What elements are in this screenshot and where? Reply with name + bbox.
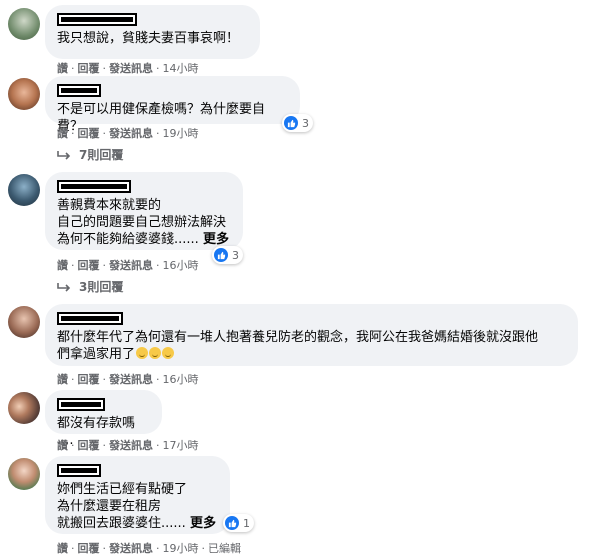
like-button[interactable]: 讚 xyxy=(57,259,68,272)
like-button[interactable]: 讚 xyxy=(57,373,68,386)
comment-text: 都什麼年代了為何還有一堆人抱著養兒防老的觀念，我阿公在我爸媽結婚後就沒跟他 們拿… xyxy=(57,330,539,362)
reply-button[interactable]: 回覆 xyxy=(78,127,100,140)
reaction-count[interactable]: 1 xyxy=(223,514,254,532)
reply-arrow-icon xyxy=(57,150,71,160)
comment-actions: 讚 · 回覆 · 發送訊息 · 16小時 xyxy=(57,373,199,386)
reaction-count[interactable]: 3 xyxy=(212,246,243,264)
avatar[interactable] xyxy=(8,174,40,206)
send-message-button[interactable]: 發送訊息 xyxy=(109,439,153,452)
comment-actions: 讚 · 回覆 · 發送訊息 · 19小時 xyxy=(57,127,199,140)
comment-bubble: 都沒有存款嗎 .... xyxy=(45,390,162,448)
timestamp[interactable]: 16小時 xyxy=(163,373,199,386)
timestamp[interactable]: 19小時 xyxy=(163,127,199,140)
smile-emoji-icon xyxy=(136,347,149,359)
avatar[interactable] xyxy=(8,392,40,424)
redacted-username[interactable] xyxy=(57,398,105,411)
like-reaction-icon xyxy=(214,248,228,262)
comment-actions: 讚 · 回覆 · 發送訊息 · 19小時 · 已編輯 xyxy=(57,542,241,555)
reaction-number: 1 xyxy=(243,516,250,530)
timestamp[interactable]: 19小時 xyxy=(163,542,199,555)
send-message-button[interactable]: 發送訊息 xyxy=(109,62,153,75)
replies-count-label: 7則回覆 xyxy=(79,148,124,162)
like-button[interactable]: 讚 xyxy=(57,62,68,75)
like-reaction-icon xyxy=(284,116,298,130)
timestamp[interactable]: 16小時 xyxy=(163,259,199,272)
send-message-button[interactable]: 發送訊息 xyxy=(109,259,153,272)
view-replies-link[interactable]: 3則回覆 xyxy=(57,278,123,295)
timestamp[interactable]: 17小時 xyxy=(163,439,199,452)
edited-label: 已編輯 xyxy=(208,542,241,555)
comment-bubble: 不是可以用健保產檢嗎？為什麼要自費？ xyxy=(45,76,300,134)
like-button[interactable]: 讚 xyxy=(57,439,68,452)
view-replies-link[interactable]: 7則回覆 xyxy=(57,146,123,163)
redacted-username[interactable] xyxy=(57,13,137,26)
avatar[interactable] xyxy=(8,458,40,490)
redacted-username[interactable] xyxy=(57,312,123,325)
send-message-button[interactable]: 發送訊息 xyxy=(109,542,153,555)
smile-emoji-icon xyxy=(149,347,162,359)
see-more-link[interactable]: 更多 xyxy=(190,516,216,531)
reaction-number: 3 xyxy=(302,116,309,130)
redacted-username[interactable] xyxy=(57,180,131,193)
redacted-username[interactable] xyxy=(57,464,101,477)
like-button[interactable]: 讚 xyxy=(57,127,68,140)
reply-arrow-icon xyxy=(57,282,71,292)
reply-button[interactable]: 回覆 xyxy=(78,259,100,272)
comment-bubble: 善親費本來就要的 自己的問題要自己想辦法解決 為何不能夠給婆婆錢...... 更… xyxy=(45,172,243,250)
comment-bubble: 妳們生活已經有點硬了 為什麼還要在租房 就搬回去跟婆婆住...... 更多 xyxy=(45,456,230,534)
avatar[interactable] xyxy=(8,8,40,40)
comment-text: 妳們生活已經有點硬了 為什麼還要在租房 就搬回去跟婆婆住...... 更多 xyxy=(57,482,216,531)
like-reaction-icon xyxy=(225,516,239,530)
reply-button[interactable]: 回覆 xyxy=(78,542,100,555)
reply-button[interactable]: 回覆 xyxy=(78,373,100,386)
like-button[interactable]: 讚 xyxy=(57,542,68,555)
comment-text: 我只想說，貧賤夫妻百事哀啊！ xyxy=(57,31,240,46)
reply-button[interactable]: 回覆 xyxy=(78,439,100,452)
smile-emoji-icon xyxy=(162,347,175,359)
see-more-link[interactable]: 更多 xyxy=(203,232,229,247)
comment-bubble: 我只想說，貧賤夫妻百事哀啊！ xyxy=(45,5,260,59)
reaction-number: 3 xyxy=(232,248,239,262)
comment-actions: 讚 · 回覆 · 發送訊息 · 17小時 xyxy=(57,439,199,452)
comment-actions: 讚 · 回覆 · 發送訊息 · 14小時 xyxy=(57,62,199,75)
send-message-button[interactable]: 發送訊息 xyxy=(109,127,153,140)
comment-text: 善親費本來就要的 自己的問題要自己想辦法解決 為何不能夠給婆婆錢...... 更… xyxy=(57,198,229,247)
replies-count-label: 3則回覆 xyxy=(79,280,124,294)
reaction-count[interactable]: 3 xyxy=(282,114,313,132)
timestamp[interactable]: 14小時 xyxy=(163,62,199,75)
avatar[interactable] xyxy=(8,306,40,338)
redacted-username[interactable] xyxy=(57,84,101,97)
avatar[interactable] xyxy=(8,78,40,110)
comment-actions: 讚 · 回覆 · 發送訊息 · 16小時 xyxy=(57,259,199,272)
send-message-button[interactable]: 發送訊息 xyxy=(109,373,153,386)
comment-bubble: 都什麼年代了為何還有一堆人抱著養兒防老的觀念，我阿公在我爸媽結婚後就沒跟他 們拿… xyxy=(45,304,578,366)
reply-button[interactable]: 回覆 xyxy=(78,62,100,75)
